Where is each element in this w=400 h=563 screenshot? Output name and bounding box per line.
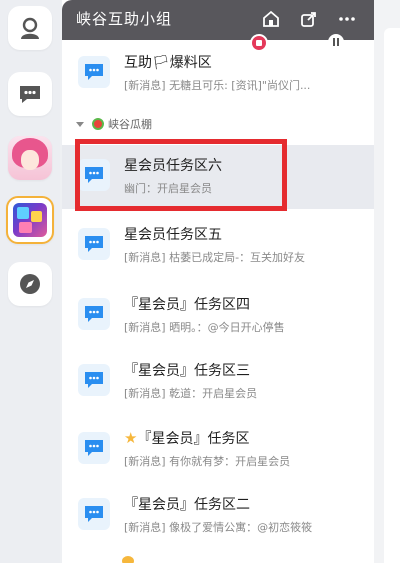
rail-user-button[interactable] bbox=[8, 6, 52, 50]
channel-chat-icon bbox=[78, 228, 110, 260]
rail-avatar-button[interactable] bbox=[8, 136, 52, 180]
channel-preview: [新消息] 枯萎已成定局-：互关加好友 bbox=[124, 251, 306, 264]
app-root: 峡谷互助小组 互助🏳爆料区 [新消息] 无糖且可乐: [资讯]"尚仪门... 峡… bbox=[0, 0, 400, 563]
channel-title: 星会员任务区五 bbox=[124, 227, 222, 243]
channel-row-4[interactable]: 『星会员』任务区三 [新消息] 乾道：开启星会员 bbox=[62, 350, 374, 414]
right-panel-edge bbox=[384, 28, 400, 563]
channel-row-6[interactable]: 『星会员』任务区二 [新消息] 像极了爱情公寓：@初恋筱筱 bbox=[62, 484, 374, 548]
share-icon[interactable] bbox=[300, 10, 318, 28]
channel-preview: [新消息] 像极了爱情公寓：@初恋筱筱 bbox=[124, 521, 313, 534]
selection-highlight-box bbox=[75, 139, 287, 211]
channel-row-2[interactable]: 星会员任务区五 [新消息] 枯萎已成定局-：互关加好友 bbox=[62, 214, 374, 278]
channel-preview: [新消息] 有你就有梦：开启星会员 bbox=[124, 455, 291, 468]
channel-chat-icon bbox=[78, 498, 110, 530]
game-icon bbox=[13, 203, 47, 237]
channel-chat-icon bbox=[78, 56, 110, 88]
channel-row-0[interactable]: 互助🏳爆料区 [新消息] 无糖且可乐: [资讯]"尚仪门... bbox=[62, 42, 374, 106]
avatar-image bbox=[8, 136, 52, 180]
user-icon bbox=[21, 17, 39, 39]
channel-preview: [新消息] 晒明。：@今日开心停售 bbox=[124, 321, 285, 334]
channel-row-5[interactable]: ★『星会员』任务区 [新消息] 有你就有梦：开启星会员 bbox=[62, 418, 374, 482]
more-icon[interactable] bbox=[338, 10, 356, 28]
channel-preview: [新消息] 乾道：开启星会员 bbox=[124, 387, 258, 400]
page-title: 峡谷互助小组 bbox=[76, 10, 173, 28]
group-header[interactable]: 峡谷瓜棚 bbox=[76, 116, 152, 132]
channel-title: 『星会员』任务区四 bbox=[124, 297, 250, 313]
group-label: 峡谷瓜棚 bbox=[108, 118, 152, 131]
channel-chat-icon bbox=[78, 364, 110, 396]
rail-discover-button[interactable] bbox=[8, 262, 52, 306]
chat-icon bbox=[20, 86, 40, 103]
channel-title: 『星会员』任务区二 bbox=[124, 497, 250, 513]
compass-icon bbox=[20, 274, 40, 294]
star-icon bbox=[122, 556, 134, 563]
home-icon[interactable] bbox=[262, 10, 280, 28]
channel-chat-icon bbox=[78, 298, 110, 330]
star-icon: ★ bbox=[124, 429, 138, 447]
channel-row-3[interactable]: 『星会员』任务区四 [新消息] 晒明。：@今日开心停售 bbox=[62, 284, 374, 348]
rail-chat-button[interactable] bbox=[8, 72, 52, 116]
left-rail bbox=[0, 0, 60, 563]
channel-title: ★『星会员』任务区 bbox=[124, 429, 250, 447]
title-bar: 峡谷互助小组 bbox=[62, 0, 374, 40]
channel-preview: [新消息] 无糖且可乐: [资讯]"尚仪门... bbox=[124, 79, 311, 92]
channel-chat-icon bbox=[78, 432, 110, 464]
channel-title: 互助🏳爆料区 bbox=[124, 55, 212, 71]
watermelon-icon bbox=[92, 118, 104, 130]
rail-game-button[interactable] bbox=[6, 196, 54, 244]
collapse-caret-icon bbox=[76, 121, 84, 127]
channel-title: 『星会员』任务区三 bbox=[124, 363, 250, 379]
